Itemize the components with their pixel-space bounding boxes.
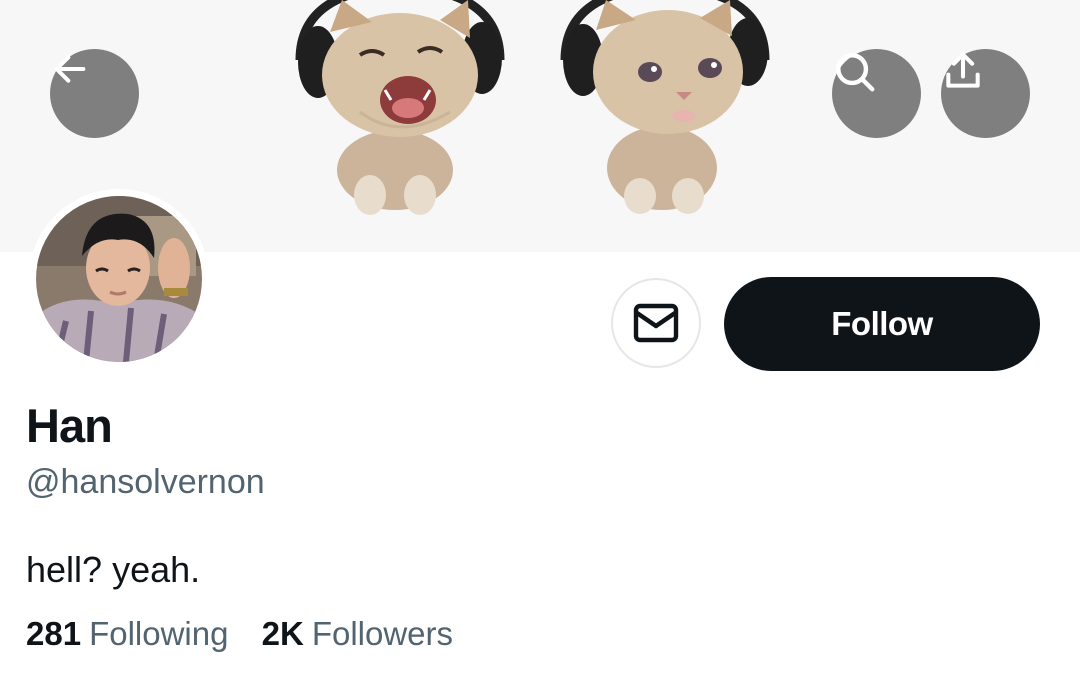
back-button[interactable] — [50, 49, 139, 138]
mail-icon — [633, 303, 679, 343]
share-upload-icon — [946, 52, 980, 88]
following-count: 281 — [26, 615, 82, 652]
arrow-left-icon — [54, 55, 86, 83]
bio-text: hell? yeah. — [26, 549, 201, 590]
user-handle: @hansolvernon — [26, 463, 265, 501]
kitten-right — [560, 0, 770, 214]
followers-count: 2K — [261, 615, 304, 652]
display-name: Han — [26, 399, 113, 452]
kitten-left — [295, 0, 505, 215]
profile-page: Follow Han @hansolvernon hell? yeah. 281… — [0, 0, 1080, 686]
followers-stat[interactable]: 2K Followers — [262, 615, 453, 652]
search-button[interactable] — [832, 49, 921, 138]
profile-stats: 281 Following 2K Followers — [26, 615, 477, 653]
followers-label: Followers — [311, 615, 454, 652]
search-icon — [836, 53, 875, 92]
following-stat[interactable]: 281 Following — [26, 615, 228, 652]
follow-button[interactable]: Follow — [724, 277, 1040, 371]
message-button[interactable] — [611, 278, 701, 368]
share-button[interactable] — [941, 49, 1030, 138]
avatar[interactable] — [36, 196, 202, 362]
avatar-photo — [36, 196, 202, 362]
following-label: Following — [89, 615, 229, 652]
